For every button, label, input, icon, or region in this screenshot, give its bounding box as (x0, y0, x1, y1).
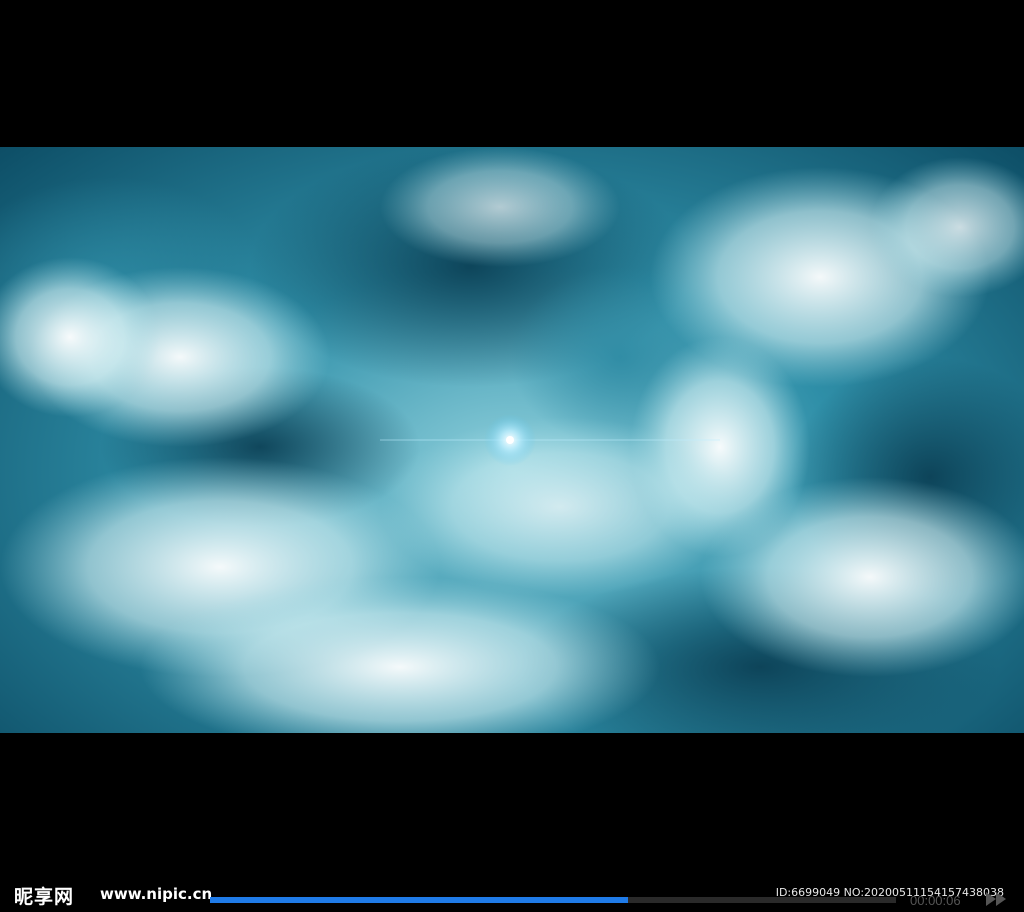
watermark-logo: 昵享网 (14, 886, 75, 908)
control-bar: 昵享网 www.nipic.cn ID:6699049 NO:202005111… (0, 880, 1024, 912)
video-frame[interactable] (0, 147, 1024, 733)
watermark-url: www.nipic.cn (100, 885, 213, 903)
video-player[interactable]: 昵享网 www.nipic.cn ID:6699049 NO:202005111… (0, 0, 1024, 912)
media-id-label: ID:6699049 NO:20200511154157438038 (775, 886, 1004, 899)
fast-forward-icon[interactable] (986, 892, 1008, 906)
cloud-scene (0, 147, 1024, 733)
progress-fill (210, 897, 629, 903)
elapsed-time: 00:00:06 (910, 893, 961, 908)
